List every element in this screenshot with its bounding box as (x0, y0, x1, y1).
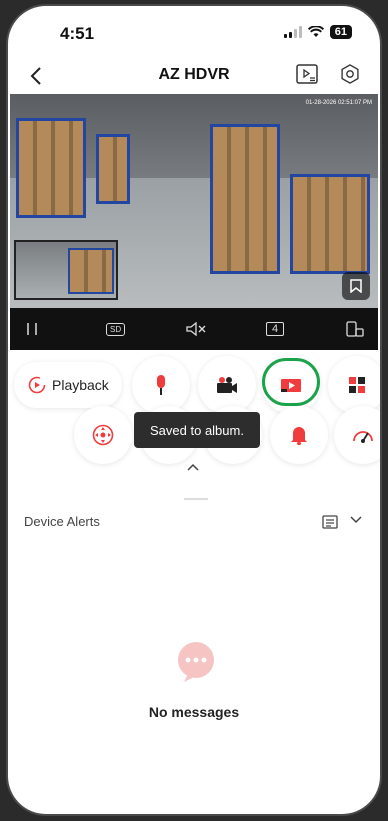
video-camera-icon (217, 377, 237, 393)
status-time: 4:51 (60, 24, 95, 43)
battery-level: 61 (329, 25, 352, 39)
calendar-icon[interactable] (322, 514, 338, 529)
status-icons: 61 (283, 25, 352, 39)
mute-icon[interactable] (186, 322, 206, 336)
shelf-rack (16, 118, 86, 218)
chevron-up-icon[interactable] (186, 462, 200, 472)
pause-icon[interactable] (26, 322, 38, 336)
shelf-rack (290, 174, 370, 274)
device-alerts-label: Device Alerts (24, 514, 100, 529)
message-bubble-icon (178, 642, 214, 682)
playback-button[interactable]: Playback (14, 362, 122, 408)
multi-view-button[interactable] (328, 356, 380, 414)
panel-divider (184, 498, 208, 500)
settings-icon[interactable] (340, 64, 360, 84)
page-title: AZ HDVR (158, 66, 230, 83)
shelf-rack (96, 134, 130, 204)
ptz-control-icon (92, 424, 114, 446)
feature-panel: Playback Saved to album. (8, 350, 380, 500)
highlight-circle (262, 358, 320, 406)
toast-message: Saved to album. (134, 412, 260, 448)
bookmark-button[interactable] (342, 272, 370, 300)
playback-icon (28, 376, 46, 394)
bookmark-icon (350, 279, 362, 293)
app-header: AZ HDVR (8, 56, 380, 94)
bell-icon (291, 427, 307, 445)
video-control-bar: SD 4 (10, 308, 378, 350)
rotate-screen-icon[interactable] (346, 321, 364, 337)
split-screen-button[interactable]: 4 (266, 322, 285, 336)
record-video-button[interactable] (198, 356, 256, 414)
playback-label: Playback (52, 377, 109, 393)
sd-quality-button[interactable]: SD (106, 323, 126, 336)
video-timestamp: 01-28-2026 02:51:07 PM (305, 100, 372, 106)
device-frame: 4:51 61 AZ HDVR 01-28-2026 02:51:07 PM S… (0, 0, 388, 821)
playback-list-icon[interactable] (296, 64, 318, 84)
picture-in-picture-view[interactable] (14, 240, 118, 300)
talk-button[interactable] (132, 356, 190, 414)
chevron-down-icon[interactable] (350, 516, 362, 524)
signal-icon (283, 26, 302, 38)
gauge-icon (353, 431, 373, 443)
status-bar: 4:51 61 (8, 6, 380, 56)
empty-state-message: No messages (148, 704, 240, 720)
camera-live-view[interactable]: 01-28-2026 02:51:07 PM (10, 94, 378, 308)
wifi-icon (307, 26, 324, 37)
gauge-button[interactable] (334, 406, 380, 464)
ptz-button[interactable] (74, 406, 132, 464)
phone-screen: 4:51 61 AZ HDVR 01-28-2026 02:51:07 PM S… (8, 6, 380, 814)
alarm-button[interactable] (270, 406, 328, 464)
device-alerts-header[interactable]: Device Alerts (8, 506, 380, 536)
grid-icon (349, 377, 365, 393)
microphone-icon (157, 375, 165, 395)
shelf-rack (210, 124, 280, 274)
